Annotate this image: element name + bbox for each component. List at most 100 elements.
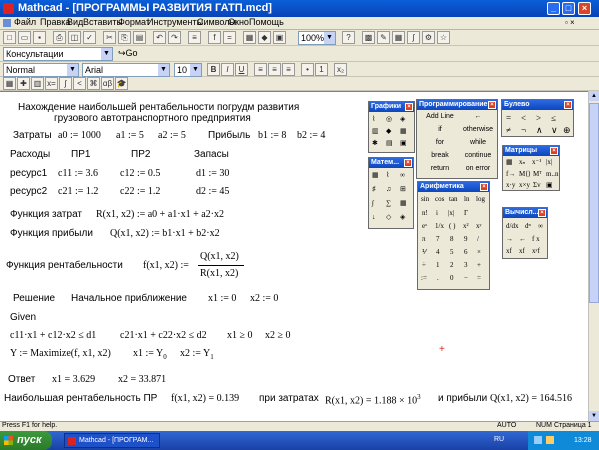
scroll-thumb[interactable]: [589, 103, 599, 303]
modifier-toolbar-icon[interactable]: ◇: [386, 213, 391, 221]
maximize-button[interactable]: □: [562, 2, 575, 15]
scatter-3d-icon[interactable]: ◆: [386, 127, 391, 135]
numbering-icon[interactable]: 1: [315, 63, 328, 76]
arithmetic-palette[interactable]: Арифметика × sin cos tan ln log n! i |x| …: [417, 181, 490, 290]
calculus-palette[interactable]: Вычисл... × d/dx dⁿ ∞ → ← f x xf xf xʸf: [502, 207, 548, 259]
if-button[interactable]: if: [423, 126, 457, 133]
matrices-palette[interactable]: Матрицы × ▦ xₙ x⁻¹ |x| f→ M⟨⟩ Mᵀ m..n x·y…: [502, 145, 560, 191]
xy-plot-icon[interactable]: ⌇: [372, 115, 375, 123]
cos-key[interactable]: cos: [435, 195, 444, 203]
pi-key[interactable]: π: [422, 235, 426, 243]
matrix-palette-icon[interactable]: ▦: [392, 31, 405, 44]
digit-8-key[interactable]: 8: [450, 235, 454, 243]
language-indicator[interactable]: RU: [494, 436, 504, 443]
d1-def[interactable]: d1 := 30: [196, 168, 229, 179]
constraint-2[interactable]: c21·x1 + c22·x2 ≤ d2: [120, 330, 207, 341]
boolean-palette[interactable]: Булево × = < > ≤ ≠ ¬ ∧ ∨ ⊕: [501, 99, 574, 137]
factorial-key[interactable]: n!: [422, 209, 428, 217]
a2-def[interactable]: a2 := 5: [158, 130, 186, 141]
nth-derivative-icon[interactable]: dⁿ: [525, 222, 531, 230]
constraint-1[interactable]: c11·x1 + c12·x2 ≤ d1: [10, 330, 96, 341]
vector-toolbar-icon[interactable]: ↓: [372, 213, 376, 221]
vectorize-icon[interactable]: f→: [506, 170, 515, 178]
close-icon[interactable]: ×: [550, 147, 558, 155]
scroll-up-icon[interactable]: ▲: [589, 91, 599, 101]
evaluate-key[interactable]: =: [477, 274, 481, 282]
greek-icon[interactable]: αβ: [101, 77, 114, 90]
align-icon[interactable]: ≡: [188, 31, 201, 44]
vertical-scrollbar[interactable]: ▲ ▼: [588, 91, 599, 421]
symbolic-toolbar-icon[interactable]: ▦: [400, 199, 407, 207]
b2-def[interactable]: b2 := 4: [297, 130, 325, 141]
on-error-button[interactable]: on error: [461, 165, 495, 172]
calculator-palette-icon[interactable]: ▦: [3, 77, 16, 90]
x2-init[interactable]: x2 := 0: [250, 293, 278, 304]
while-button[interactable]: while: [461, 139, 495, 146]
r-result[interactable]: R(x1, x2) = 1.188 × 103: [325, 393, 421, 406]
decimal-key[interactable]: .: [437, 274, 439, 282]
preview-icon[interactable]: ◫: [68, 31, 81, 44]
inline-divide-key[interactable]: ⅟: [422, 248, 426, 256]
spell-icon[interactable]: ✓: [83, 31, 96, 44]
calculator-icon[interactable]: ▦: [372, 171, 379, 179]
tray-volume-icon[interactable]: [546, 436, 554, 444]
boolean-toolbar-icon[interactable]: ⊞: [400, 185, 406, 193]
vector-field-icon[interactable]: ✱: [372, 139, 378, 147]
assign-x2[interactable]: x2 := Y1: [180, 348, 214, 361]
menu-format[interactable]: Формат: [118, 17, 150, 27]
abs-key[interactable]: |x|: [448, 209, 454, 217]
digit-6-key[interactable]: 6: [464, 248, 468, 256]
maximize-call[interactable]: Y := Maximize(f, x1, x2): [10, 348, 111, 359]
menu-tools[interactable]: Инструменты: [147, 17, 203, 27]
derivative-icon[interactable]: d/dx: [506, 222, 518, 230]
divide-key[interactable]: /: [477, 235, 479, 243]
rent-fn-numerator[interactable]: Q(x1, x2): [200, 251, 239, 262]
paste-icon[interactable]: ▤: [133, 31, 146, 44]
tan-key[interactable]: tan: [449, 195, 458, 203]
digit-2-key[interactable]: 2: [450, 261, 454, 269]
determinant-icon[interactable]: |x|: [546, 158, 552, 166]
matrix-toolbar-icon[interactable]: ∞: [400, 171, 405, 179]
assign-x1[interactable]: x1 := Y0: [133, 348, 167, 361]
x2-answer[interactable]: x2 = 33.871: [118, 374, 166, 385]
log-key[interactable]: log: [476, 195, 485, 203]
rent-fn-denominator[interactable]: R(x1, x2): [200, 268, 238, 279]
graph-toolbar-icon[interactable]: ⌇: [386, 171, 389, 179]
a1-def[interactable]: a1 := 5: [116, 130, 144, 141]
programming-toolbar-icon[interactable]: ∫: [372, 199, 374, 207]
menu-restore-icon[interactable]: ▫ ×: [565, 18, 575, 27]
integral-icon[interactable]: xf: [506, 247, 512, 255]
close-icon[interactable]: ×: [564, 101, 572, 109]
minimize-button[interactable]: _: [547, 2, 560, 15]
xor-button[interactable]: ⊕: [563, 125, 571, 136]
c12-def[interactable]: c12 := 0.5: [120, 168, 160, 179]
digit-0-key[interactable]: 0: [450, 274, 454, 282]
otherwise-button[interactable]: otherwise: [461, 126, 495, 133]
transpose-icon[interactable]: Mᵀ: [533, 170, 542, 178]
underline-button[interactable]: U: [235, 63, 248, 76]
c21-def[interactable]: c21 := 1.2: [58, 186, 98, 197]
gamma-key[interactable]: Γ: [464, 209, 468, 217]
and-button[interactable]: ∧: [536, 125, 543, 136]
infinity-icon[interactable]: ∞: [538, 222, 543, 230]
go-button[interactable]: ↪Go: [118, 48, 138, 59]
graph-palette-icon[interactable]: ✎: [377, 31, 390, 44]
help-icon[interactable]: ?: [342, 31, 355, 44]
new-icon[interactable]: □: [3, 31, 16, 44]
range-icon[interactable]: m..n: [546, 170, 558, 178]
c22-def[interactable]: c22 := 1.2: [120, 186, 160, 197]
programming-icon[interactable]: ⌘: [87, 77, 100, 90]
close-icon[interactable]: ×: [538, 209, 546, 217]
keyword-toolbar-icon[interactable]: ◈: [400, 213, 405, 221]
subscript-icon[interactable]: xₙ: [519, 158, 525, 166]
undo-icon[interactable]: ↶: [153, 31, 166, 44]
menu-window[interactable]: Окно: [228, 17, 249, 27]
programming-palette[interactable]: Программирование × Add Line ← if otherwis…: [416, 99, 498, 179]
zoom-select[interactable]: 100% ▼: [298, 31, 336, 45]
bullets-icon[interactable]: •: [301, 63, 314, 76]
parens-key[interactable]: ( ): [449, 222, 455, 230]
a0-def[interactable]: a0 := 1000: [58, 130, 101, 141]
reciprocal-key[interactable]: 1/x: [435, 222, 444, 230]
greater-than-button[interactable]: >: [536, 113, 541, 123]
calculus-toolbar-icon[interactable]: ♫: [386, 185, 391, 193]
